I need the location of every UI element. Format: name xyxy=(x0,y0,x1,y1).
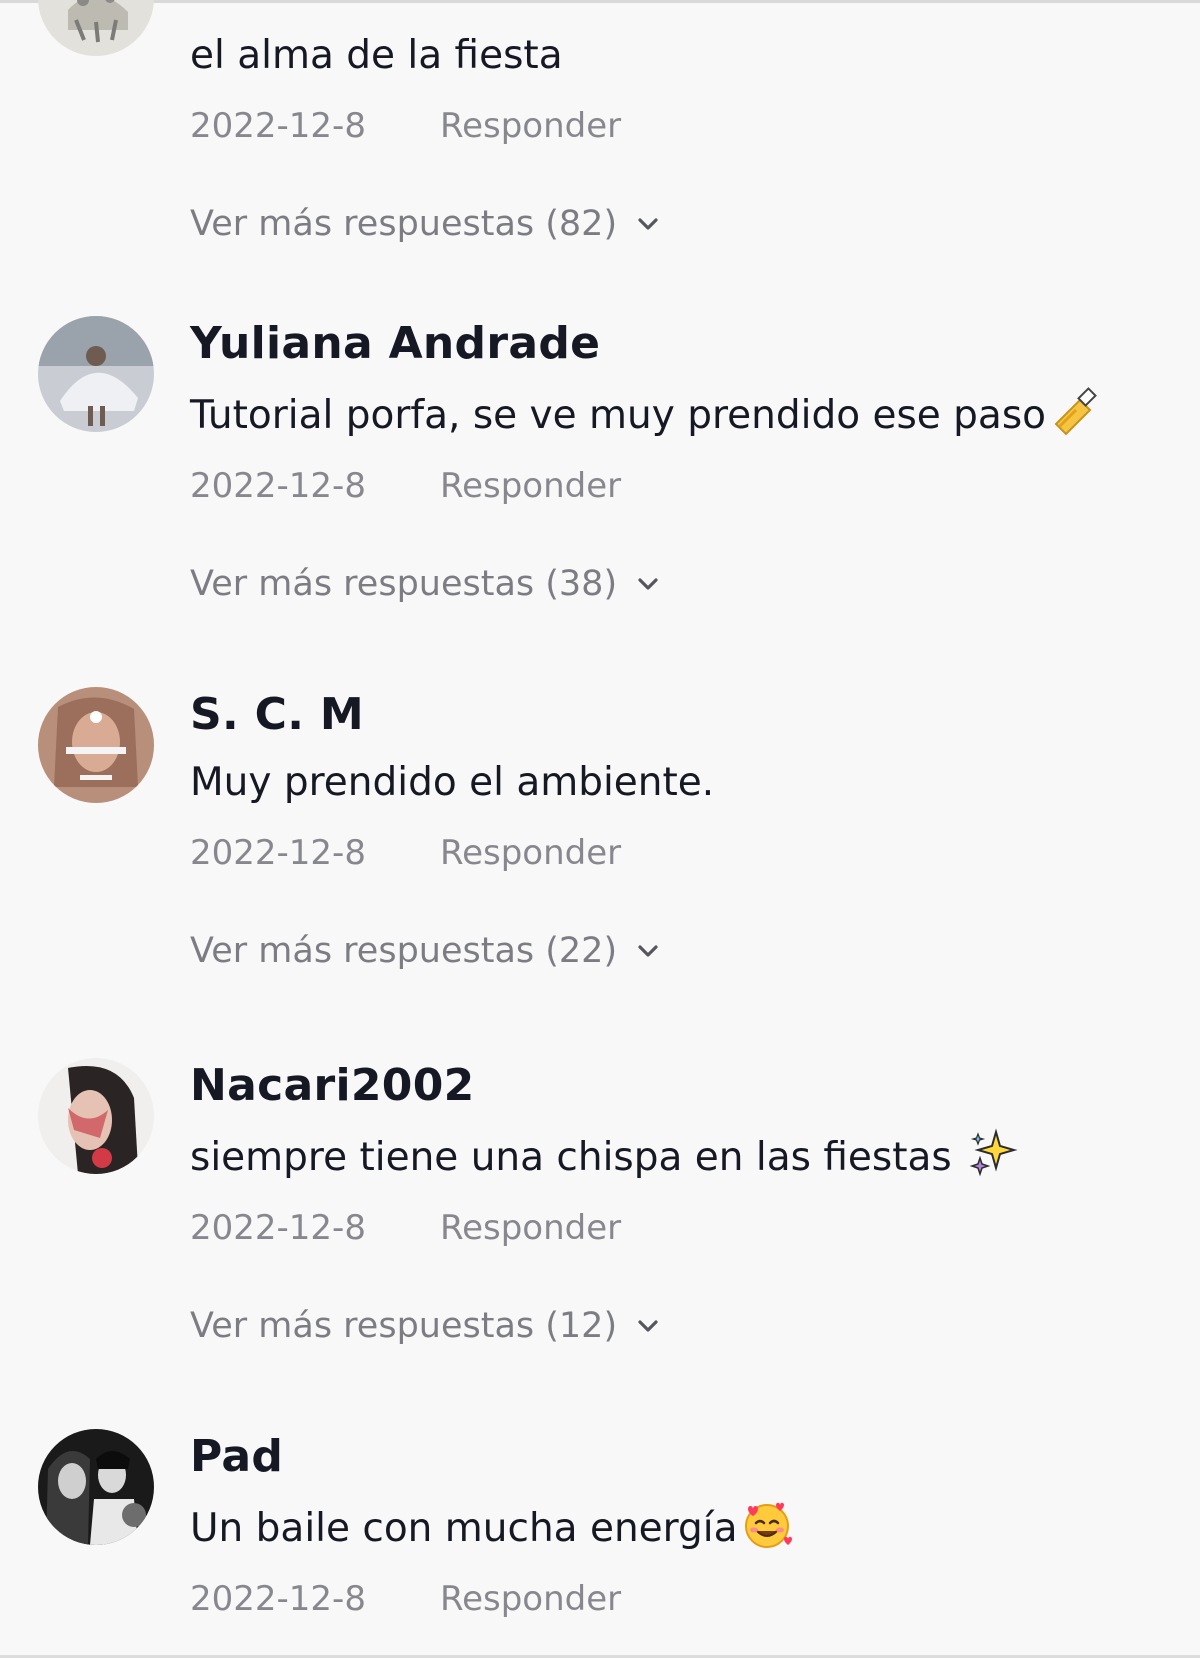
comment-text-body: Tutorial porfa, se ve muy prendido ese p… xyxy=(190,393,1047,438)
smiling-face-with-hearts-emoji xyxy=(744,1502,792,1548)
comment-date: 2022-12-8 xyxy=(190,106,366,146)
comment-text-body: siempre tiene una chispa en las fiestas xyxy=(190,1135,965,1180)
comment-username[interactable]: S. C. M xyxy=(190,687,1180,743)
comment-meta: 2022-12-8 Responder xyxy=(190,1577,1180,1621)
view-more-replies-button[interactable]: Ver más respuestas (12) xyxy=(190,1304,1180,1348)
comment-username[interactable]: Yuliana Andrade xyxy=(190,316,1180,372)
reply-button[interactable]: Responder xyxy=(440,1206,621,1250)
comment-date: 2022-12-8 xyxy=(190,833,366,873)
view-more-replies-label: Ver más respuestas (82) xyxy=(190,204,618,244)
view-more-replies-button[interactable]: Ver más respuestas (82) xyxy=(190,202,1180,246)
view-more-replies-label: Ver más respuestas (22) xyxy=(190,931,618,971)
comment-username[interactable]: Nacari2002 xyxy=(190,1058,1180,1114)
avatar[interactable] xyxy=(38,1429,154,1545)
comment-meta: 2022-12-8 Responder xyxy=(190,1206,1180,1250)
comment-date: 2022-12-8 xyxy=(190,1579,366,1619)
avatar[interactable] xyxy=(38,1058,154,1174)
comment-text: Tutorial porfa, se ve muy prendido ese p… xyxy=(190,386,1180,442)
comment-meta: 2022-12-8 Responder xyxy=(190,104,1180,148)
sparkles-emoji xyxy=(969,1128,1018,1177)
chevron-down-icon xyxy=(638,578,658,590)
view-more-replies-label: Ver más respuestas (38) xyxy=(190,564,618,604)
reply-button[interactable]: Responder xyxy=(440,464,621,508)
comment-username[interactable]: Pad xyxy=(190,1429,1180,1485)
chevron-down-icon xyxy=(638,1320,658,1332)
view-more-replies-button[interactable]: Ver más respuestas (22) xyxy=(190,929,1180,973)
chevron-down-icon xyxy=(638,945,658,957)
comment-text: siempre tiene una chispa en las fiestas xyxy=(190,1128,1180,1184)
view-more-replies-label: Ver más respuestas (12) xyxy=(190,1306,618,1346)
reply-button[interactable]: Responder xyxy=(440,831,621,875)
top-divider xyxy=(0,0,1200,3)
avatar[interactable] xyxy=(38,687,154,803)
comment-meta: 2022-12-8 Responder xyxy=(190,464,1180,508)
reply-button[interactable]: Responder xyxy=(440,1577,621,1621)
chevron-down-icon xyxy=(638,218,658,230)
avatar[interactable] xyxy=(38,316,154,432)
comment-text: el alma de la fiesta xyxy=(190,33,563,78)
reply-button[interactable]: Responder xyxy=(440,104,621,148)
comment-text: Muy prendido el ambiente. xyxy=(190,760,715,805)
comment-text-body: Un baile con mucha energía xyxy=(190,1506,738,1551)
comment-text: Un baile con mucha energía xyxy=(190,1499,1180,1555)
comment-date: 2022-12-8 xyxy=(190,466,366,506)
comment-date: 2022-12-8 xyxy=(190,1208,366,1248)
avatar[interactable] xyxy=(38,0,154,56)
view-more-replies-button[interactable]: Ver más respuestas (38) xyxy=(190,562,1180,606)
comment-meta: 2022-12-8 Responder xyxy=(190,831,1180,875)
nail-polish-emoji xyxy=(1054,387,1097,436)
